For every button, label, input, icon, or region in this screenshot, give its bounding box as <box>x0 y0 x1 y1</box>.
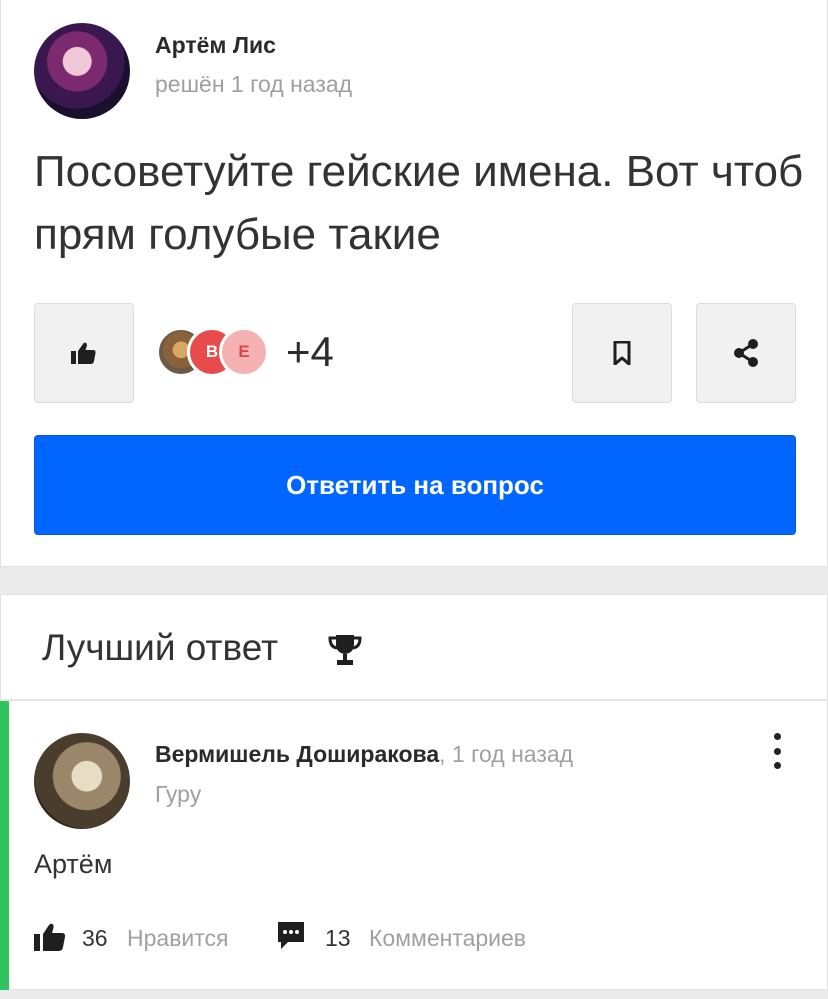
bookmark-icon <box>613 341 631 365</box>
comment-icon[interactable] <box>276 920 306 952</box>
answer-author-avatar[interactable] <box>34 733 130 829</box>
like-button[interactable] <box>34 303 134 403</box>
thumbs-up-icon[interactable] <box>34 922 66 952</box>
author-avatar[interactable] <box>34 23 130 119</box>
share-button[interactable] <box>696 303 796 403</box>
comments-label[interactable]: Комментариев <box>369 925 526 952</box>
question-text: Посоветуйте гейские имена. Вот чтоб прям… <box>34 147 804 259</box>
answer-time: , 1 год назад <box>439 741 574 767</box>
bookmark-button[interactable] <box>572 303 672 403</box>
answer-text: Артём <box>34 849 113 879</box>
answer-author-name[interactable]: Вермишель Доширакова <box>155 741 439 767</box>
reactions-more-count[interactable]: +4 <box>286 328 334 376</box>
question-status: решён 1 год назад <box>155 71 353 97</box>
reactor-avatar: Е <box>219 327 269 377</box>
answer-author-line: Вермишель Доширакова, 1 год назад <box>155 741 573 768</box>
likes-label[interactable]: Нравится <box>127 925 229 952</box>
divider <box>0 699 828 701</box>
question-author-name[interactable]: Артём Лис <box>155 32 276 59</box>
share-icon <box>734 339 758 367</box>
likes-count: 36 <box>82 925 108 951</box>
thumbs-up-icon <box>71 342 96 364</box>
answer-question-button[interactable]: Ответить на вопрос <box>34 435 796 535</box>
best-answer-heading: Лучший ответ <box>42 627 279 668</box>
answer-author-rank: Гуру <box>155 781 202 807</box>
trophy-icon <box>328 635 362 665</box>
best-answer-accent <box>0 701 9 990</box>
comments-count: 13 <box>325 925 351 951</box>
more-vertical-icon[interactable] <box>764 733 790 769</box>
